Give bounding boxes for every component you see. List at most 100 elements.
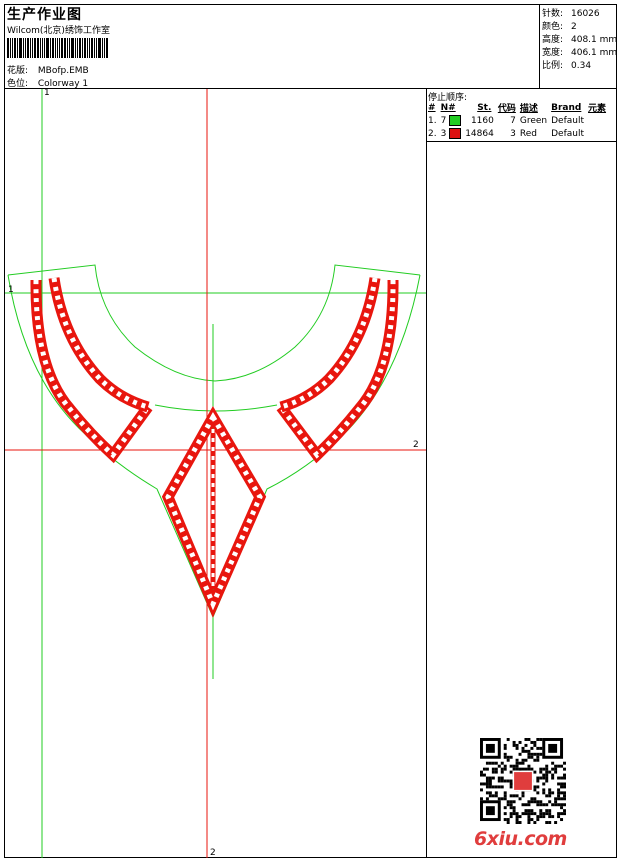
qr-module <box>503 752 507 756</box>
color-sequence-table: # N# St. 代码 描述 Brand 元素 1. 7 1160 7 Gree… <box>426 101 608 140</box>
qr-module <box>554 797 558 801</box>
barcode-bar <box>57 38 58 58</box>
qr-module <box>533 758 537 762</box>
col-header: # <box>428 102 436 113</box>
barcode-bar <box>77 38 78 58</box>
qr-module <box>503 806 507 810</box>
qr-module <box>488 782 492 786</box>
qr-module <box>518 815 522 819</box>
qr-module <box>530 812 534 816</box>
needle-number: 7 <box>440 116 447 126</box>
qr-module <box>539 752 543 756</box>
qr-module <box>536 755 540 759</box>
qr-module <box>548 770 552 774</box>
barcode <box>7 38 121 58</box>
qr-module <box>548 800 552 804</box>
qr-module <box>563 809 566 813</box>
qr-module <box>480 782 483 786</box>
qr-module <box>554 767 558 771</box>
table-row: 1. 7 1160 7 Green Default <box>426 114 608 127</box>
qr-module <box>560 797 564 801</box>
stat-colors: 颜色: 2 <box>542 19 577 32</box>
qr-module <box>530 755 534 759</box>
qr-module <box>554 821 558 824</box>
qr-module <box>518 740 522 744</box>
barcode-bar <box>102 38 103 58</box>
stat-scale: 比例: 0.34 <box>542 58 591 71</box>
qr-module <box>530 809 534 813</box>
qr-module <box>563 812 566 816</box>
qr-module <box>500 770 504 774</box>
qr-module <box>560 803 564 807</box>
qr-module <box>551 791 555 795</box>
qr-module <box>488 779 492 783</box>
qr-module <box>506 738 510 741</box>
qr-module <box>494 785 498 789</box>
qr-module <box>536 776 540 780</box>
qr-module <box>503 746 507 750</box>
qr-module <box>551 767 555 771</box>
axis-label: 2 <box>413 440 419 450</box>
qr-module <box>515 764 519 768</box>
row-description: Green <box>519 115 548 126</box>
qr-module <box>563 776 566 780</box>
axis-label: 2 <box>210 848 216 858</box>
qr-module <box>545 803 549 807</box>
qr-module <box>560 764 564 768</box>
qr-module <box>509 806 513 810</box>
table-header-row: # N# St. 代码 描述 Brand 元素 <box>426 101 608 115</box>
qr-module <box>509 755 513 759</box>
qr-module <box>539 809 543 813</box>
qr-module <box>488 794 492 798</box>
qr-module <box>500 785 504 789</box>
qr-module <box>480 788 483 792</box>
qr-module <box>557 794 561 798</box>
qr-module <box>533 740 537 744</box>
stat-width: 宽度: 406.1 mm <box>542 45 617 58</box>
qr-module <box>539 776 543 780</box>
qr-module <box>512 767 516 771</box>
row-stitches: 1160 <box>470 115 494 126</box>
qr-module <box>503 794 507 798</box>
qr-logo-stamp <box>514 772 532 790</box>
qr-code <box>480 738 566 824</box>
qr-module <box>539 803 543 807</box>
barcode-bar <box>84 38 86 58</box>
qr-module <box>563 791 566 795</box>
barcode-bar <box>55 38 56 58</box>
barcode-bar <box>89 38 90 58</box>
axis-label: 1 <box>8 285 14 295</box>
qr-module <box>533 743 537 747</box>
qr-module <box>509 764 513 768</box>
barcode-bar <box>50 38 51 58</box>
qr-module <box>506 803 510 807</box>
col-header: Brand <box>551 102 582 113</box>
row-brand: Default <box>551 115 585 126</box>
color-swatch <box>449 128 462 139</box>
stat-label: 针数: <box>542 9 564 19</box>
qr-module <box>530 818 534 822</box>
row-element <box>586 127 608 140</box>
row-needle: 3 <box>439 127 464 140</box>
qr-module <box>554 803 558 807</box>
qr-module <box>536 803 540 807</box>
qr-module <box>557 788 561 792</box>
barcode-bar <box>67 38 68 58</box>
qr-module <box>521 812 525 816</box>
qr-module <box>509 815 513 819</box>
qr-module <box>545 812 549 816</box>
qr-module <box>539 812 543 816</box>
qr-module <box>494 794 498 798</box>
qr-module <box>533 788 537 792</box>
qr-module <box>527 767 531 771</box>
qr-module <box>521 746 525 750</box>
qr-module <box>539 800 543 804</box>
barcode-bar <box>7 38 9 58</box>
qr-module <box>527 809 531 813</box>
qr-module <box>500 797 504 801</box>
row-element <box>586 114 608 127</box>
qr-module <box>551 776 555 780</box>
left-inner-band <box>48 277 150 413</box>
qr-module <box>533 797 537 801</box>
qr-module <box>488 785 492 789</box>
